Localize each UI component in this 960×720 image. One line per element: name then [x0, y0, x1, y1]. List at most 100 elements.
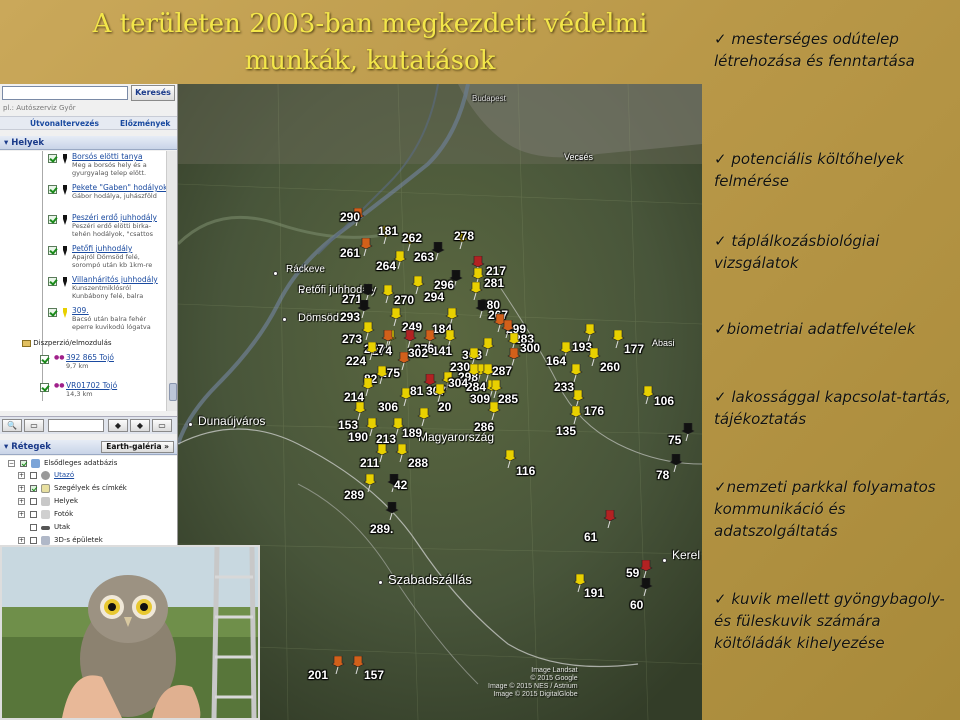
map-pin-icon[interactable] — [487, 402, 501, 420]
map-pin-icon[interactable] — [365, 342, 379, 360]
map-marker-label: 304 — [448, 376, 469, 390]
map-copyright: Image Landsat © 2015 Google Image © 2015… — [488, 667, 578, 699]
move-down-button[interactable]: ◆ — [130, 419, 150, 432]
folder-item[interactable]: Diszperzió/elmozdulás — [22, 339, 112, 347]
map-marker-label: 286 — [474, 420, 495, 434]
little-owl-image — [2, 547, 258, 718]
expand-icon[interactable]: + — [18, 485, 25, 492]
view-toggle-button[interactable]: ▭ — [24, 419, 44, 432]
map-marker-label: 176 — [584, 404, 605, 418]
layers-header-label: Rétegek — [11, 442, 51, 452]
map-marker-label: 287 — [492, 364, 513, 378]
map-pin-icon[interactable] — [385, 502, 399, 520]
places-filter-input[interactable] — [48, 419, 104, 432]
map-pin-icon[interactable] — [381, 285, 395, 303]
map-pin-icon[interactable] — [359, 238, 373, 256]
move-up-button[interactable]: ◆ — [108, 419, 128, 432]
place-checkbox[interactable] — [48, 246, 57, 255]
map-marker-label: 78 — [656, 468, 670, 482]
places-scrollbar[interactable] — [166, 151, 177, 411]
layer-item[interactable]: + Fotók — [10, 509, 177, 520]
map-pin-icon[interactable] — [331, 656, 345, 674]
search-input[interactable] — [2, 86, 128, 100]
black-pin-icon — [63, 215, 67, 225]
layer-item[interactable]: Utak — [10, 522, 177, 533]
place-checkbox[interactable] — [48, 277, 57, 286]
place-checkbox[interactable] — [48, 215, 57, 224]
directions-link[interactable]: Útvonaltervezés — [30, 119, 99, 128]
map-pin-icon[interactable] — [395, 444, 409, 462]
layer-checkbox[interactable] — [30, 511, 37, 518]
map-marker-label: 164 — [546, 354, 567, 368]
place-checkbox[interactable] — [48, 185, 57, 194]
black-pin-icon — [63, 185, 67, 195]
search-places-button[interactable]: 🔍 — [2, 419, 22, 432]
map-pin-icon[interactable] — [611, 330, 625, 348]
earth-gallery-button[interactable]: Earth-galéria » — [101, 441, 174, 453]
track-icon: ●● — [54, 354, 65, 361]
black-pin-icon — [63, 277, 67, 287]
layer-checkbox[interactable] — [30, 472, 37, 479]
expand-icon[interactable]: − — [8, 460, 15, 467]
map-marker-label: 262 — [402, 231, 423, 245]
track-item[interactable]: 392 865 Tojó 9,7 km — [66, 353, 166, 370]
map-pin-icon[interactable] — [389, 308, 403, 326]
track-checkbox[interactable] — [40, 355, 49, 364]
map-pin-icon[interactable] — [639, 560, 653, 578]
expand-icon[interactable]: + — [18, 537, 25, 544]
layer-item[interactable]: + Szegélyek és címkék — [10, 483, 177, 494]
copyright-line: Image © 2015 DigitalGlobe — [493, 691, 578, 698]
map-pin-icon[interactable] — [411, 276, 425, 294]
layer-checkbox[interactable] — [20, 460, 27, 467]
layer-checkbox[interactable] — [30, 524, 37, 531]
map-pin-icon[interactable] — [475, 300, 489, 318]
place-checkbox[interactable] — [48, 308, 57, 317]
track-checkbox[interactable] — [40, 383, 49, 392]
map-pin-icon[interactable] — [681, 423, 695, 441]
layers-panel-header[interactable]: ▾ Rétegek Earth-galéria » — [0, 440, 177, 455]
expand-icon[interactable]: + — [18, 498, 25, 505]
map-pin-icon[interactable] — [481, 338, 495, 356]
place-item[interactable]: 309. Bacsó után balra fehér eperre kuvik… — [72, 306, 166, 331]
map-pin-icon[interactable] — [417, 408, 431, 426]
map-pin-icon[interactable] — [587, 348, 601, 366]
track-item[interactable]: VR01702 Tojó 14,3 km — [66, 381, 166, 398]
map-pin-icon[interactable] — [669, 454, 683, 472]
place-item[interactable]: Peszéri erdő juhhodály Peszéri erdő elöt… — [72, 213, 166, 238]
map-pin-icon[interactable] — [569, 406, 583, 424]
map-marker-label: 157 — [364, 668, 385, 682]
map-pin-icon[interactable] — [639, 578, 653, 596]
map-pin-icon[interactable] — [603, 510, 617, 528]
map-pin-icon[interactable] — [641, 386, 655, 404]
history-link[interactable]: Előzmények — [120, 119, 170, 128]
layer-item[interactable]: + Helyek — [10, 496, 177, 507]
layer-checkbox[interactable] — [30, 498, 37, 505]
place-item[interactable]: Villanháritós juhhodály Kunszentmiklósró… — [72, 275, 166, 300]
map-pin-icon[interactable] — [361, 322, 375, 340]
map-pin-icon[interactable] — [503, 450, 517, 468]
map-pin-icon[interactable] — [467, 364, 481, 382]
map-marker-label: 290 — [340, 210, 361, 224]
layer-item[interactable]: + Utazó — [10, 470, 177, 481]
layer-item[interactable]: − Elsődleges adatbázis — [0, 458, 177, 469]
place-item[interactable]: Petőfi juhhodály Apajról Dömsöd felé, so… — [72, 244, 166, 269]
map-pin-icon[interactable] — [489, 380, 503, 398]
expand-icon[interactable]: + — [18, 472, 25, 479]
map-pin-icon[interactable] — [351, 656, 365, 674]
place-item[interactable]: Borsós elötti tanya Meg a borsós hely és… — [72, 152, 166, 177]
scroll-thumb[interactable] — [169, 383, 177, 401]
layer-checkbox[interactable] — [30, 537, 37, 544]
search-button[interactable]: Keresés — [131, 85, 175, 101]
bullet-item: ✓ potenciális költőhelyek felmérése — [714, 150, 904, 190]
layer-checkbox[interactable] — [30, 485, 37, 492]
town-rackeve: Ráckeve — [286, 264, 325, 275]
map-pin-icon[interactable] — [363, 474, 377, 492]
expand-icon[interactable]: + — [18, 511, 25, 518]
town-dunaujvaros: Dunaújváros — [198, 414, 266, 428]
traveler-icon — [41, 471, 50, 480]
place-item[interactable]: Pekete "Gaben" hodályok Gábor hodálya, j… — [72, 183, 166, 200]
map-marker-label: 75 — [668, 433, 682, 447]
expand-button[interactable]: ▭ — [152, 419, 172, 432]
places-panel-header[interactable]: ▾ Helyek — [0, 136, 177, 150]
place-checkbox[interactable] — [48, 154, 57, 163]
